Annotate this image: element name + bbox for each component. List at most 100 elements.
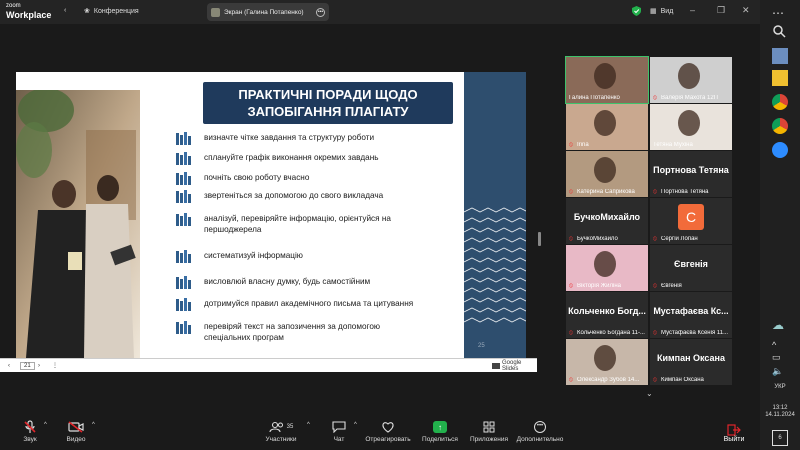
mic-muted-icon: ⦸: [569, 142, 573, 148]
splitter-handle[interactable]: [538, 232, 541, 246]
maximize-icon[interactable]: ❐: [717, 5, 725, 16]
react-button[interactable]: Отреагировать: [360, 419, 416, 443]
participant-tile[interactable]: БучкоМихайло ⦸ БучкоМихайло: [566, 198, 648, 244]
chevron-up-icon[interactable]: ^: [307, 422, 310, 428]
participant-name: Євгенія: [661, 283, 682, 289]
participant-name: Вікторія Жиліна: [577, 283, 622, 289]
participant-display-name: БучкоМихайло: [573, 212, 641, 222]
chevron-left-icon[interactable]: ‹: [64, 7, 66, 14]
apps-button[interactable]: Приложения: [461, 419, 517, 443]
leave-label: Выйти: [723, 436, 745, 443]
participant-tile[interactable]: Тетяна Мухіна: [650, 104, 732, 150]
shield-icon[interactable]: [632, 6, 641, 16]
participants-button[interactable]: 35 Участники: [253, 419, 309, 443]
participant-name-label: ⦸ Вікторія Жиліна: [569, 283, 647, 289]
participant-name-label: ⦸ Портнова Тетяна: [653, 189, 731, 195]
chrome-icon[interactable]: [772, 118, 788, 134]
os-taskbar: ⋯ ☁ ^ ▭ 🔈 УКР 13:12 14.11.2024 6: [760, 0, 800, 450]
chevron-up-icon[interactable]: ^: [44, 422, 47, 428]
slide-photo: [16, 90, 140, 358]
participant-tile[interactable]: Мустафаєва Кс... ⦸ Мустафаєва Ксенія 11...: [650, 292, 732, 338]
slide-title-line1: ПРАКТИЧНІ ПОРАДИ ЩОДО: [238, 87, 418, 102]
clock-date[interactable]: 14.11.2024: [760, 412, 800, 418]
participant-tile[interactable]: ⦸ Олександр Зубов 14...: [566, 339, 648, 385]
zoom-app-icon[interactable]: [772, 142, 788, 158]
minimize-icon[interactable]: –: [690, 5, 695, 15]
share-button[interactable]: ↑ Поделиться: [412, 419, 468, 443]
next-slide-icon[interactable]: ›: [38, 363, 40, 369]
participants-count: 35: [286, 424, 294, 430]
participant-tile[interactable]: ⦸ Irina: [566, 104, 648, 150]
participant-name: Кольченко Богдана 11-...: [577, 330, 645, 336]
leave-button[interactable]: Выйти: [717, 424, 751, 446]
participant-video: [594, 251, 616, 277]
mic-muted-icon: ⦸: [653, 377, 657, 383]
cloud-icon[interactable]: ☁: [772, 318, 788, 334]
video-button[interactable]: Видео: [48, 419, 104, 443]
slide-bullet: висловлюй власну думку, будь самостійним: [176, 276, 424, 290]
search-icon[interactable]: [772, 24, 788, 40]
slide-page-input[interactable]: 21: [20, 361, 35, 370]
chevron-up-icon[interactable]: ^: [92, 422, 95, 428]
participant-name: Мустафаєва Ксенія 11...: [661, 330, 729, 336]
participant-tile[interactable]: Кимпан Оксана ⦸ Кимпан Оксана: [650, 339, 732, 385]
participant-tile[interactable]: Портнова Тетяна ⦸ Портнова Тетяна: [650, 151, 732, 197]
mic-muted-icon: ⦸: [653, 283, 657, 289]
react-label: Отреагировать: [365, 436, 411, 443]
chevron-up-icon[interactable]: ^: [354, 422, 357, 428]
more-menu-icon[interactable]: ⋯: [772, 6, 788, 22]
slide-page-number: 25: [478, 343, 485, 349]
participant-name-label: ⦸ Сергій Лопан: [653, 236, 731, 242]
meeting-toolbar: Звук ^ Видео ^ 35 Участники ^ Чат ^ Отре…: [0, 416, 760, 450]
participant-gallery: Галина Потапенко ⦸ Валерія Махота 12П ⦸ Irin…: [565, 56, 734, 398]
participant-name-label: ⦸ Євгенія: [653, 283, 731, 289]
language-indicator[interactable]: УКР: [760, 384, 800, 390]
participant-name: Олександр Зубов 14...: [577, 377, 640, 383]
top-bar: zoom Workplace ‹ ❀ Конференция Экран (Га…: [0, 0, 760, 24]
slide-navigation-bar: ‹ 21 › ⋮ Google Slides: [0, 358, 537, 372]
more-options-icon[interactable]: •••: [316, 7, 325, 17]
participant-tile[interactable]: Галина Потапенко: [565, 56, 649, 104]
clock-time[interactable]: 13:12: [760, 405, 800, 411]
participant-display-name: Портнова Тетяна: [653, 165, 729, 175]
participant-tile[interactable]: Євгенія ⦸ Євгенія: [650, 245, 732, 291]
task-view-icon[interactable]: [772, 48, 788, 64]
slide-bullet: аналізуй, перевіряйте інформацію, орієнт…: [176, 213, 424, 235]
chat-button[interactable]: Чат: [311, 419, 367, 443]
conference-button[interactable]: ❀ Конференция: [84, 7, 139, 16]
chat-icon: [332, 421, 346, 433]
more-button[interactable]: ••• Дополнительно: [512, 419, 568, 443]
participant-video: [678, 110, 700, 136]
more-vertical-icon[interactable]: ⋮: [52, 362, 58, 369]
mic-muted-icon: ⦸: [569, 330, 573, 336]
view-button[interactable]: ▦ Вид: [650, 7, 673, 16]
mic-muted-icon: ⦸: [569, 283, 573, 289]
leave-icon: [727, 424, 741, 436]
file-explorer-icon[interactable]: [772, 70, 788, 86]
participant-video: [678, 63, 700, 89]
video-label: Видео: [66, 436, 86, 443]
slide-bullet: дотримуйся правил академічного письма та…: [176, 298, 424, 312]
participant-tile[interactable]: ⦸ Валерія Махота 12П: [650, 57, 732, 103]
camera-off-icon: [68, 421, 84, 433]
volume-icon[interactable]: 🔈: [772, 366, 788, 382]
mic-muted-icon: ⦸: [653, 95, 657, 101]
participant-tile[interactable]: C ⦸ Сергій Лопан: [650, 198, 732, 244]
participant-tile[interactable]: ⦸ Вікторія Жиліна: [566, 245, 648, 291]
gallery-next-page-icon[interactable]: ⌄: [646, 389, 653, 398]
books-icon: [176, 321, 192, 335]
prev-slide-icon[interactable]: ‹: [8, 363, 10, 369]
chat-label: Чат: [333, 436, 345, 443]
participant-tile[interactable]: Кольченко Богд... ⦸ Кольченко Богдана 11-.…: [566, 292, 648, 338]
participant-display-name: Мустафаєва Кс...: [653, 306, 729, 316]
participant-video: [594, 345, 616, 371]
books-icon: [176, 172, 192, 186]
bullet-text: звертеніться за допомогою до свого викла…: [204, 191, 384, 200]
notifications-icon[interactable]: 6: [772, 430, 788, 446]
screen-share-pill[interactable]: Экран (Галина Потапенко) •••: [207, 3, 329, 21]
participant-name-label: ⦸ БучкоМихайло: [569, 236, 647, 242]
participant-tile[interactable]: ⦸ Катерина Саприкова: [566, 151, 648, 197]
slide-bullet: визначте чітке завдання та структуру роб…: [176, 132, 424, 146]
close-icon[interactable]: ✕: [742, 5, 750, 16]
chrome-icon[interactable]: [772, 94, 788, 110]
